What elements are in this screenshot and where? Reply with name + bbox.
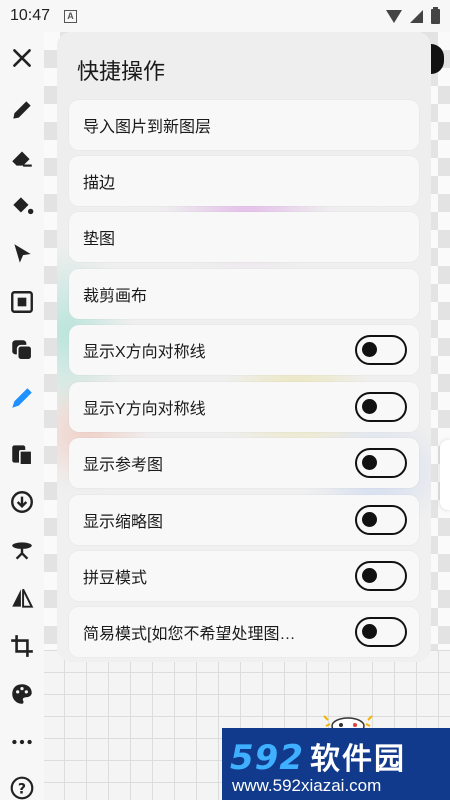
pencil-icon[interactable]: [6, 94, 38, 126]
paste-icon[interactable]: [6, 438, 38, 470]
flip-icon[interactable]: [6, 582, 38, 614]
toggle-knob: [362, 455, 377, 470]
eraser-icon[interactable]: [6, 142, 38, 174]
status-bar: 10:47 A: [0, 0, 450, 32]
crop-canvas-item[interactable]: 裁剪画布: [69, 269, 419, 319]
item-label: 显示缩略图: [83, 514, 164, 531]
x-symmetry-toggle[interactable]: [355, 335, 407, 365]
y-symmetry-item: 显示Y方向对称线: [69, 382, 419, 432]
reference-image-toggle[interactable]: [355, 448, 407, 478]
status-time: 10:47: [10, 7, 51, 24]
item-label: 拼豆模式: [83, 570, 148, 587]
toggle-knob: [362, 399, 377, 414]
item-label: 显示Y方向对称线: [83, 401, 206, 418]
item-label: 显示X方向对称线: [83, 344, 206, 361]
panel-title: 快捷操作: [77, 59, 166, 84]
item-label: 描边: [83, 175, 116, 192]
item-label: 垫图: [83, 231, 116, 248]
help-icon[interactable]: ?: [6, 772, 38, 800]
battery-icon: [431, 6, 440, 24]
side-drawer-handle[interactable]: [440, 440, 450, 510]
watermark-url: www.592xiazai.com: [232, 776, 382, 795]
quick-actions-panel: 快捷操作 导入图片到新图层 描边 垫图 裁剪画布 显示X方向对称线 显示Y方向对…: [57, 32, 431, 662]
fit-screen-icon[interactable]: [6, 286, 38, 318]
stroke-item[interactable]: 描边: [69, 156, 419, 206]
wifi-icon: [386, 9, 402, 23]
item-label: 导入图片到新图层: [83, 119, 212, 136]
import-icon[interactable]: [6, 486, 38, 518]
close-icon[interactable]: [6, 42, 38, 74]
y-symmetry-toggle[interactable]: [355, 392, 407, 422]
bead-mode-item: 拼豆模式: [69, 551, 419, 601]
bead-mode-toggle[interactable]: [355, 561, 407, 591]
eyedropper-icon[interactable]: [6, 382, 38, 414]
stool-icon[interactable]: [6, 534, 38, 566]
reference-image-item: 显示参考图: [69, 438, 419, 488]
item-label: 简易模式[如您不希望处理图…: [83, 626, 296, 643]
more-icon[interactable]: [6, 726, 38, 758]
import-image-new-layer-item[interactable]: 导入图片到新图层: [69, 100, 419, 150]
watermark-logo: 592 软件园: [230, 734, 406, 778]
simple-mode-item: 简易模式[如您不希望处理图…: [69, 607, 419, 657]
select-arrow-icon[interactable]: [6, 238, 38, 270]
site-watermark: 592 软件园 www.592xiazai.com: [222, 728, 450, 800]
simple-mode-toggle[interactable]: [355, 617, 407, 647]
signal-icon: [410, 9, 423, 23]
toggle-knob: [362, 342, 377, 357]
fill-bucket-icon[interactable]: [6, 190, 38, 222]
left-toolbar: ?: [0, 32, 44, 800]
item-label: 显示参考图: [83, 457, 164, 474]
toggle-knob: [362, 624, 377, 639]
palette-icon[interactable]: [6, 678, 38, 710]
underlay-image-item[interactable]: 垫图: [69, 212, 419, 262]
thumbnail-toggle[interactable]: [355, 505, 407, 535]
crop-icon[interactable]: [6, 630, 38, 662]
x-symmetry-item: 显示X方向对称线: [69, 325, 419, 375]
watermark-text: 软件园: [309, 742, 406, 777]
item-label: 裁剪画布: [83, 288, 148, 305]
status-icons: [386, 6, 440, 24]
svg-text:?: ?: [18, 781, 26, 797]
thumbnail-item: 显示缩略图: [69, 495, 419, 545]
layers-icon[interactable]: [6, 334, 38, 366]
toggle-knob: [362, 512, 377, 527]
notification-badge-icon: A: [64, 9, 78, 23]
toggle-knob: [362, 568, 377, 583]
watermark-number: 592: [230, 738, 304, 778]
